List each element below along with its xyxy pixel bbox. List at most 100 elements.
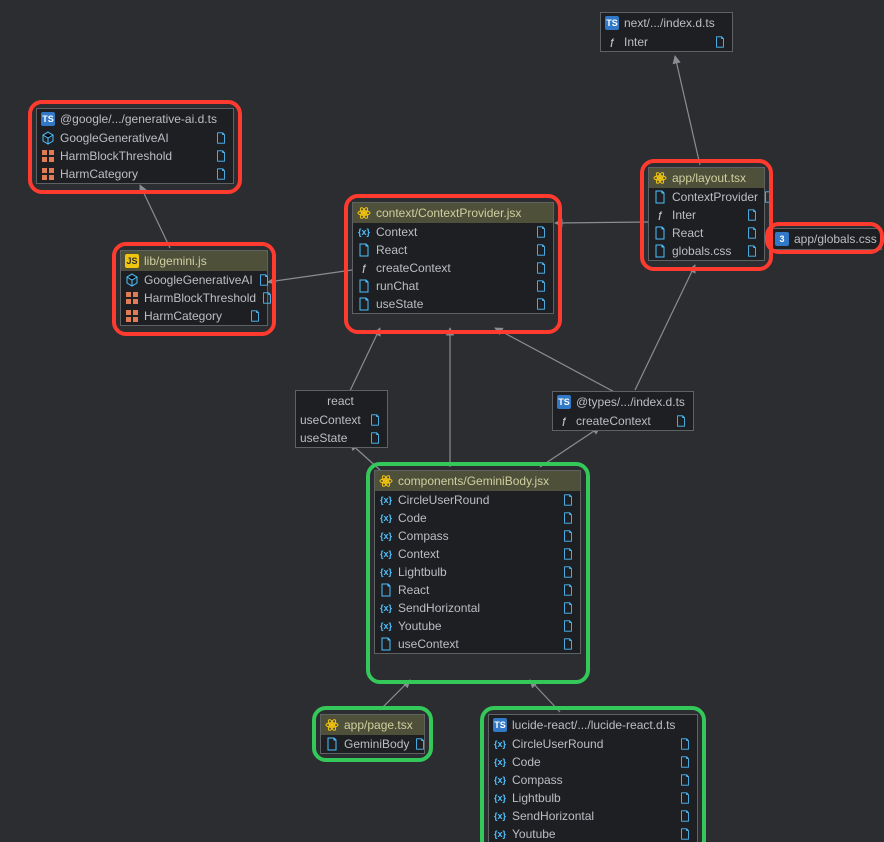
symbol-row[interactable]: {x}Youtube xyxy=(375,617,580,635)
symbol-row[interactable]: useContext xyxy=(375,635,580,653)
symbol-label: Code xyxy=(512,755,674,769)
node-title: TS lucide-react/.../lucide-react.d.ts xyxy=(489,715,697,735)
export-icon: {x} xyxy=(379,619,393,633)
symbol-row[interactable]: HarmCategory xyxy=(121,307,267,325)
file-link-icon xyxy=(679,756,691,768)
symbol-label: Code xyxy=(398,511,557,525)
symbol-row[interactable]: React xyxy=(353,241,553,259)
symbol-row[interactable]: {x}CircleUserRound xyxy=(489,735,697,753)
file-link-icon xyxy=(562,584,574,596)
title-text: lib/gemini.js xyxy=(144,254,207,268)
file-link-icon xyxy=(562,512,574,524)
symbol-row[interactable]: globals.css xyxy=(649,242,764,260)
symbol-row[interactable]: {x}SendHorizontal xyxy=(375,599,580,617)
symbol-row[interactable]: runChat xyxy=(353,277,553,295)
symbol-row[interactable]: useState xyxy=(296,429,387,447)
symbol-row[interactable]: useState xyxy=(353,295,553,313)
node-title: JS lib/gemini.js xyxy=(121,251,267,271)
node-gemini-body[interactable]: components/GeminiBody.jsx {x}CircleUserR… xyxy=(374,470,581,654)
node-app-layout[interactable]: app/layout.tsx ContextProvider ƒ Inter Re… xyxy=(648,167,765,261)
node-title: TS @types/.../index.d.ts xyxy=(553,392,693,412)
symbol-label: createContext xyxy=(376,261,530,275)
symbol-row[interactable]: HarmBlockThreshold xyxy=(37,147,233,165)
node-title: 3 app/globals.css xyxy=(771,229,881,249)
title-text: @google/.../generative-ai.d.ts xyxy=(60,112,217,126)
symbol-row[interactable]: {x}CircleUserRound xyxy=(375,491,580,509)
symbol-row[interactable]: GoogleGenerativeAI xyxy=(37,129,233,147)
symbol-row[interactable]: {x}Lightbulb xyxy=(489,789,697,807)
export-icon: {x} xyxy=(379,511,393,525)
symbol-row[interactable]: ƒcreateContext xyxy=(353,259,553,277)
symbol-row[interactable]: {x}Code xyxy=(489,753,697,771)
title-text: lucide-react/.../lucide-react.d.ts xyxy=(512,718,675,732)
node-types-index[interactable]: TS @types/.../index.d.ts ƒcreateContext xyxy=(552,391,694,431)
module-icon xyxy=(653,226,667,240)
symbol-row[interactable]: {x}Context xyxy=(375,545,580,563)
symbol-label: GeminiBody xyxy=(344,737,409,751)
file-link-icon xyxy=(369,414,381,426)
file-link-icon xyxy=(679,792,691,804)
symbol-row[interactable]: {x} Code xyxy=(375,509,580,527)
react-icon xyxy=(379,474,393,488)
symbol-label: Context xyxy=(376,225,530,239)
file-link-icon xyxy=(562,566,574,578)
node-google-generative-ai[interactable]: TS @google/.../generative-ai.d.ts Google… xyxy=(36,108,234,184)
symbol-row[interactable]: GeminiBody xyxy=(321,735,424,753)
title-text: app/page.tsx xyxy=(344,718,413,732)
symbol-row[interactable]: ƒcreateContext xyxy=(553,412,693,430)
function-icon: ƒ xyxy=(605,35,619,49)
symbol-label: Context xyxy=(398,547,557,561)
title-text: context/ContextProvider.jsx xyxy=(376,206,521,220)
file-link-icon xyxy=(562,548,574,560)
symbol-label: Inter xyxy=(672,208,741,222)
symbol-label: useContext xyxy=(300,413,364,427)
file-link-icon xyxy=(562,494,574,506)
node-app-globals-css[interactable]: 3 app/globals.css xyxy=(770,228,882,250)
symbol-row[interactable]: {x}Youtube xyxy=(489,825,697,842)
node-react[interactable]: react useContext useState xyxy=(295,390,388,448)
export-icon: {x} xyxy=(493,791,507,805)
symbol-label: Compass xyxy=(398,529,557,543)
symbol-label: runChat xyxy=(376,279,530,293)
file-link-icon xyxy=(414,738,426,750)
symbol-row[interactable]: {x}SendHorizontal xyxy=(489,807,697,825)
class-icon xyxy=(125,273,139,287)
symbol-row[interactable]: HarmCategory xyxy=(37,165,233,183)
export-icon: {x} xyxy=(357,225,371,239)
title-text: components/GeminiBody.jsx xyxy=(398,474,549,488)
export-icon: {x} xyxy=(379,601,393,615)
symbol-row[interactable]: {x}Compass xyxy=(375,527,580,545)
node-context-provider[interactable]: context/ContextProvider.jsx {x} Context R… xyxy=(352,202,554,314)
function-icon: ƒ xyxy=(653,208,667,222)
node-app-page[interactable]: app/page.tsx GeminiBody xyxy=(320,714,425,754)
symbol-label: Lightbulb xyxy=(398,565,557,579)
file-link-icon xyxy=(679,810,691,822)
symbol-row[interactable]: {x}Compass xyxy=(489,771,697,789)
node-next-index[interactable]: TS next/.../index.d.ts ƒ Inter xyxy=(600,12,733,52)
node-lib-gemini[interactable]: JS lib/gemini.js GoogleGenerativeAI Harm… xyxy=(120,250,268,326)
symbol-row[interactable]: {x}Lightbulb xyxy=(375,563,580,581)
symbol-row[interactable]: ƒ Inter xyxy=(601,33,732,51)
symbol-row[interactable]: GoogleGenerativeAI xyxy=(121,271,267,289)
symbol-row[interactable]: ƒ Inter xyxy=(649,206,764,224)
symbol-label: HarmBlockThreshold xyxy=(60,149,210,163)
file-link-icon xyxy=(261,292,273,304)
symbol-label: React xyxy=(672,226,741,240)
symbol-row[interactable]: {x} Context xyxy=(353,223,553,241)
symbol-label: React xyxy=(398,583,557,597)
symbol-label: globals.css xyxy=(672,244,741,258)
symbol-label: createContext xyxy=(576,414,670,428)
typescript-icon: TS xyxy=(493,718,507,732)
node-lucide-react[interactable]: TS lucide-react/.../lucide-react.d.ts {x… xyxy=(488,714,698,842)
node-title: app/layout.tsx xyxy=(649,168,764,188)
symbol-row[interactable]: useContext xyxy=(296,411,387,429)
symbol-label: HarmCategory xyxy=(60,167,210,181)
symbol-row[interactable]: ContextProvider xyxy=(649,188,764,206)
enum-icon xyxy=(41,149,55,163)
symbol-row[interactable]: React xyxy=(649,224,764,242)
node-title: TS @google/.../generative-ai.d.ts xyxy=(37,109,233,129)
node-title: context/ContextProvider.jsx xyxy=(353,203,553,223)
symbol-label: HarmBlockThreshold xyxy=(144,291,256,305)
symbol-row[interactable]: HarmBlockThreshold xyxy=(121,289,267,307)
symbol-row[interactable]: React xyxy=(375,581,580,599)
